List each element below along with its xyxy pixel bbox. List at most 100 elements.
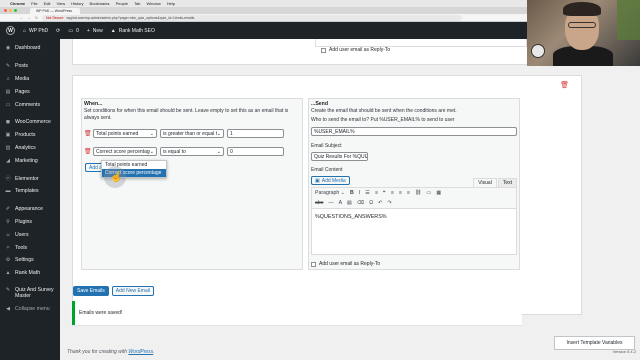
sidebar-item-marketing[interactable]: ◢ Marketing	[0, 154, 60, 167]
media-icon: ♫	[6, 75, 10, 82]
wordpress-link[interactable]: WordPress	[128, 349, 153, 355]
condition-operator-select[interactable]: is greater than or equal to ⌄	[160, 129, 224, 138]
special-char-icon[interactable]: Ω	[369, 200, 373, 206]
menu-tab[interactable]: Tab	[134, 1, 140, 6]
updates-menu[interactable]: ⟳	[56, 28, 60, 34]
site-name-menu[interactable]: ⌂ WP PhD	[23, 28, 48, 34]
email-to-input[interactable]: %USER_EMAIL%	[311, 127, 517, 136]
insert-template-variables-button[interactable]: Insert Template Variables	[554, 336, 635, 350]
chart-icon: ▥	[5, 144, 11, 151]
back-icon[interactable]: ←	[20, 16, 24, 20]
previous-email-panel: Add user email as Reply-To	[72, 39, 582, 65]
delete-condition-trash-icon[interactable]: 🗑	[84, 130, 92, 137]
text-color-icon[interactable]: A	[339, 200, 342, 206]
horizontal-line-icon[interactable]: —	[328, 200, 333, 206]
sidebar-item-posts[interactable]: ✎ Posts	[0, 60, 60, 73]
comments-menu[interactable]: ▭ 0	[68, 28, 79, 34]
bullet-list-icon[interactable]: ☰	[365, 190, 370, 196]
sidebar-item-products[interactable]: ▣ Products	[0, 129, 60, 142]
clear-formatting-icon[interactable]: ⌫	[357, 200, 364, 206]
collapse-menu-button[interactable]: ◀ Collapse menu	[0, 303, 60, 316]
bold-icon[interactable]: B	[350, 190, 354, 196]
menu-bookmarks[interactable]: Bookmarks	[90, 1, 110, 6]
sidebar-item-templates[interactable]: ▬ Templates	[0, 185, 60, 198]
email-content-editor[interactable]: %QUESTIONS_ANSWERS%	[311, 209, 517, 255]
rank-math-menu[interactable]: ▲ Rank Math SEO	[111, 28, 155, 34]
align-left-icon[interactable]: ≡	[391, 190, 394, 196]
forward-icon[interactable]: →	[28, 16, 32, 20]
sidebar-item-media[interactable]: ♫ Media	[0, 73, 60, 86]
paragraph-format-select[interactable]: Paragraph ⌄	[315, 190, 345, 196]
previous-reply-to-option[interactable]: Add user email as Reply-To	[321, 47, 390, 53]
sidebar-item-tools[interactable]: ✧ Tools	[0, 241, 60, 254]
sidebar-item-settings[interactable]: ⚙ Settings	[0, 254, 60, 267]
success-notice: Emails were saved!	[72, 301, 522, 325]
menu-help[interactable]: Help	[167, 1, 175, 6]
save-emails-button[interactable]: Save Emails	[73, 286, 109, 296]
sidebar-item-rank-math[interactable]: ▲ Rank Math	[0, 267, 60, 280]
redo-icon[interactable]: ↷	[388, 200, 392, 206]
reply-to-label: Add user email as Reply-To	[319, 261, 381, 267]
rank-math-label: Rank Math SEO	[118, 27, 155, 34]
minimize-window-icon[interactable]	[9, 9, 12, 12]
reply-to-checkbox[interactable]	[321, 47, 326, 53]
condition-value-input[interactable]: 0	[227, 147, 284, 156]
condition-value-input[interactable]: 1	[227, 129, 284, 138]
menu-edit[interactable]: Edit	[44, 1, 51, 6]
sidebar-item-dashboard[interactable]: ◉ Dashboard	[0, 42, 60, 55]
sidebar-item-woocommerce[interactable]: ◼ WooCommerce	[0, 116, 60, 129]
menu-window[interactable]: Window	[146, 1, 160, 6]
main-content: Add user email as Reply-To 🗑 When... Set…	[60, 39, 640, 360]
sidebar-item-quiz-survey-master[interactable]: ✎ Quiz And Survey Master	[0, 285, 60, 303]
numbered-list-icon[interactable]: ≡	[375, 190, 378, 196]
menu-view[interactable]: View	[56, 1, 65, 6]
sidebar-item-label: Users	[15, 231, 29, 238]
app-menu[interactable]: Chrome	[10, 1, 25, 6]
address-field[interactable]: Not Secure wpphd.com/wp-admin/admin.php?…	[41, 14, 462, 21]
menu-people[interactable]: People	[116, 1, 128, 6]
delete-email-trash-icon[interactable]: 🗑	[560, 81, 569, 89]
new-content-menu[interactable]: + New	[87, 28, 103, 34]
sidebar-item-label: Tools	[15, 244, 28, 251]
sidebar-item-label: Rank Math	[15, 270, 41, 277]
webcam-overlay	[527, 0, 640, 66]
undo-icon[interactable]: ↶	[378, 200, 382, 206]
not-secure-badge[interactable]: Not Secure	[46, 16, 64, 20]
align-right-icon[interactable]: ≡	[407, 190, 410, 196]
sidebar-item-plugins[interactable]: ⚲ Plugins	[0, 216, 60, 229]
add-media-button[interactable]: ▣ Add Media	[311, 176, 350, 185]
previous-email-editor[interactable]	[315, 39, 527, 47]
condition-field-select[interactable]: Correct score percentage ⌄	[93, 147, 157, 156]
rankmath-icon: ▲	[110, 27, 116, 34]
sidebar-item-analytics[interactable]: ▥ Analytics	[0, 142, 60, 155]
dashboard-icon: ◉	[5, 45, 11, 52]
align-center-icon[interactable]: ≡	[399, 190, 402, 196]
menu-history[interactable]: History	[71, 1, 83, 6]
italic-icon[interactable]: I	[359, 190, 360, 196]
delete-condition-trash-icon[interactable]: 🗑	[84, 148, 92, 155]
sidebar-item-elementor[interactable]: ⓔ Elementor	[0, 172, 60, 185]
add-new-email-button[interactable]: Add New Email	[111, 286, 154, 296]
sidebar-item-pages[interactable]: ▤ Pages	[0, 85, 60, 98]
strikethrough-icon[interactable]: abc	[315, 200, 323, 206]
reply-to-checkbox[interactable]	[311, 261, 316, 267]
wp-logo-menu[interactable]: W	[6, 26, 15, 35]
blockquote-icon[interactable]: ❝	[383, 190, 386, 196]
toolbar-toggle-icon[interactable]: ▦	[436, 190, 441, 196]
maximize-window-icon[interactable]	[14, 9, 17, 12]
sidebar-item-appearance[interactable]: ✐ Appearance	[0, 203, 60, 216]
wrench-icon: ✧	[5, 244, 11, 251]
condition-operator-select[interactable]: is equal to ⌄	[160, 147, 224, 156]
more-tag-icon[interactable]: ▭	[426, 190, 431, 196]
email-subject-input[interactable]: Quiz Results For %QUIZ	[311, 152, 368, 161]
sidebar-item-comments[interactable]: ▭ Comments	[0, 98, 60, 111]
paste-text-icon[interactable]: ▤	[347, 200, 352, 206]
close-window-icon[interactable]	[4, 9, 7, 12]
sidebar-item-label: Products	[15, 132, 36, 139]
sidebar-item-users[interactable]: ☺ Users	[0, 228, 60, 241]
menu-file[interactable]: File	[31, 1, 37, 6]
reply-to-option[interactable]: Add user email as Reply-To	[311, 261, 380, 267]
condition-field-select[interactable]: Total points earned ⌄	[93, 129, 157, 138]
reload-icon[interactable]: ↻	[35, 16, 38, 20]
link-icon[interactable]: ⛓	[415, 190, 422, 196]
